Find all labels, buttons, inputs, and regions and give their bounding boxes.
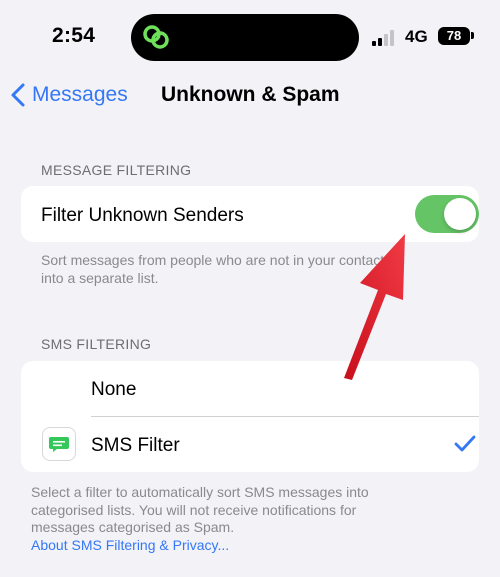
- back-button[interactable]: Messages: [10, 82, 128, 108]
- message-filtering-card: Filter Unknown Senders: [21, 186, 479, 242]
- toggle-knob: [444, 198, 476, 230]
- section-header-sms-filtering: SMS FILTERING: [41, 336, 152, 352]
- sms-option-none-label: None: [91, 379, 137, 400]
- chevron-left-icon: [11, 83, 25, 107]
- sms-option-sms-filter[interactable]: SMS Filter: [21, 417, 479, 472]
- sms-filter-app-icon: [42, 427, 76, 461]
- battery-icon: 78: [438, 27, 470, 45]
- link-icon: [143, 25, 169, 49]
- checkmark-icon: [454, 435, 476, 452]
- filter-unknown-toggle[interactable]: [415, 195, 479, 233]
- back-label: Messages: [32, 83, 128, 106]
- dynamic-island: [131, 14, 359, 61]
- sms-option-sms-filter-label: SMS Filter: [91, 435, 180, 456]
- nav-bar: Messages Unknown & Spam: [0, 76, 500, 120]
- status-bar: 2:54 4G 78: [0, 0, 500, 76]
- battery-cap: [471, 32, 474, 39]
- status-time: 2:54: [52, 24, 96, 47]
- sms-filtering-card: None SMS Filter: [21, 361, 479, 472]
- cellular-signal-icon: [372, 30, 398, 46]
- sms-filtering-privacy-link[interactable]: About SMS Filtering & Privacy...: [31, 537, 369, 555]
- network-type: 4G: [405, 27, 428, 46]
- page-title: Unknown & Spam: [161, 83, 340, 106]
- sms-filtering-footnote: Select a filter to automatically sort SM…: [31, 484, 369, 555]
- filter-unknown-label: Filter Unknown Senders: [41, 205, 244, 226]
- message-bubble-icon: [49, 437, 69, 452]
- section-header-message-filtering: MESSAGE FILTERING: [41, 162, 192, 178]
- sms-option-none[interactable]: None: [21, 361, 479, 416]
- message-filtering-footnote: Sort messages from people who are not in…: [41, 252, 392, 286]
